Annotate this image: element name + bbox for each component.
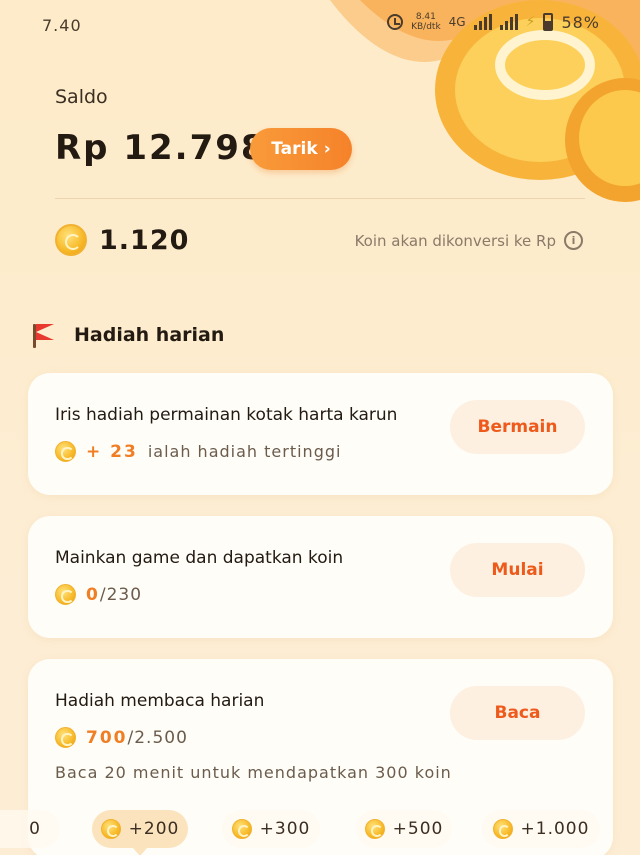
milestone-item: +1.000 bbox=[482, 810, 600, 848]
withdraw-label: Tarik bbox=[271, 139, 318, 159]
coin-icon bbox=[231, 819, 252, 839]
task-progress-value: 0 bbox=[86, 584, 100, 605]
task-note: Baca 20 menit untuk mendapatkan 300 koin bbox=[55, 763, 452, 782]
charging-icon: ⚡ bbox=[525, 14, 536, 30]
coin-icon bbox=[492, 819, 513, 839]
task-card-treasure: Iris hadiah permainan kotak harta karun … bbox=[28, 373, 613, 495]
battery-level: 58% bbox=[561, 12, 600, 32]
coin-convert-note[interactable]: Koin akan dikonversi ke Rp i bbox=[355, 231, 583, 250]
task-title: Mainkan game dan dapatkan koin bbox=[55, 548, 344, 568]
coin-icon bbox=[55, 584, 76, 605]
milestone-value: +1.000 bbox=[520, 819, 590, 839]
status-bar: 7.40 8.41 KB/dtk 4G ⚡ 58% bbox=[0, 0, 640, 52]
task-progress-total: /2.500 bbox=[127, 727, 188, 748]
coin-icon bbox=[55, 441, 76, 462]
daily-rewards-title: Hadiah harian bbox=[74, 324, 225, 346]
battery-icon bbox=[543, 13, 554, 31]
task-reward: + 23 ialah hadiah tertinggi bbox=[55, 441, 341, 462]
status-time: 7.40 bbox=[42, 16, 82, 35]
coin-balance: 1.120 bbox=[99, 224, 190, 256]
network-speed: 8.41 KB/dtk bbox=[411, 12, 441, 32]
coin-icon bbox=[55, 224, 87, 256]
task-progress: 0 /230 bbox=[55, 584, 142, 605]
coin-icon bbox=[364, 819, 385, 839]
daily-rewards-header: Hadiah harian bbox=[30, 322, 224, 348]
milestone-value: +200 bbox=[128, 819, 180, 839]
milestone-item: +200 bbox=[92, 810, 188, 855]
milestone-value: 0 bbox=[29, 819, 41, 839]
network-speed-value: 8.41 bbox=[415, 12, 436, 22]
signal-icon bbox=[473, 14, 492, 30]
task-title: Hadiah membaca harian bbox=[55, 691, 265, 711]
read-button[interactable]: Baca bbox=[450, 686, 585, 740]
coin-icon bbox=[100, 819, 121, 839]
play-button[interactable]: Bermain bbox=[450, 400, 585, 454]
start-button[interactable]: Mulai bbox=[450, 543, 585, 597]
network-type: 4G bbox=[448, 15, 466, 29]
coin-balance-row: 1.120 bbox=[55, 224, 189, 256]
balance-amount: Rp 12.798 bbox=[55, 128, 267, 168]
milestone-item: +300 bbox=[222, 810, 320, 848]
task-progress-total: /230 bbox=[99, 584, 143, 605]
milestone-value: +500 bbox=[392, 819, 444, 839]
task-reward-value: + 23 bbox=[86, 441, 138, 462]
network-speed-unit: KB/dtk bbox=[411, 22, 441, 32]
chevron-right-icon: › bbox=[323, 139, 331, 159]
task-title: Iris hadiah permainan kotak harta karun bbox=[55, 405, 398, 425]
flag-icon bbox=[30, 322, 56, 348]
alarm-icon bbox=[387, 14, 404, 30]
task-progress: 700 /2.500 bbox=[55, 727, 188, 748]
reading-milestones: 0 +200 +300 +500 +1.000 bbox=[0, 810, 640, 855]
task-card-play-game: Mainkan game dan dapatkan koin 0 /230 Mu… bbox=[28, 516, 613, 638]
divider bbox=[55, 198, 585, 199]
balance-label: Saldo bbox=[55, 86, 108, 108]
task-reward-suffix: ialah hadiah tertinggi bbox=[147, 442, 342, 461]
coin-convert-text: Koin akan dikonversi ke Rp bbox=[354, 231, 556, 250]
info-icon[interactable]: i bbox=[564, 231, 583, 250]
milestone-item: 0 bbox=[0, 810, 60, 848]
withdraw-button[interactable]: Tarik › bbox=[250, 128, 352, 170]
milestone-value: +300 bbox=[259, 819, 311, 839]
signal-icon-2 bbox=[499, 14, 518, 30]
status-icons: 8.41 KB/dtk 4G ⚡ 58% bbox=[387, 12, 600, 32]
coin-icon bbox=[55, 727, 76, 748]
task-progress-value: 700 bbox=[86, 727, 128, 748]
milestone-item: +500 bbox=[356, 810, 452, 848]
